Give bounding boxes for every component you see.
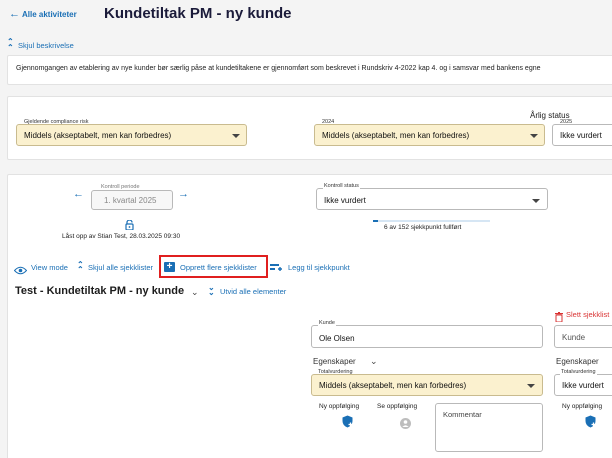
see-followup-label: Se oppfølging xyxy=(377,403,418,410)
delete-checklist-link[interactable]: Slett sjekklist xyxy=(566,310,609,319)
period-field: 1. kvartal 2025 xyxy=(91,190,173,210)
new-followup-label: Ny oppfølging xyxy=(319,403,360,410)
user-icon[interactable] xyxy=(400,416,411,429)
compliance-risk-select[interactable]: Middels (akseptabelt, men kan forbedres) xyxy=(16,124,247,146)
add-box-icon[interactable]: + xyxy=(164,262,175,272)
shield-plus-icon[interactable] xyxy=(342,415,354,428)
chevron-down-icon[interactable]: ⌄ xyxy=(191,287,199,298)
compliance-risk-label: Gjeldende compliance risk xyxy=(24,119,89,125)
shield-plus-icon[interactable] xyxy=(585,415,597,428)
total-assessment-value: Middels (akseptabelt, men kan forbedres) xyxy=(319,381,467,390)
expand-all-link[interactable]: Utvid alle elementer xyxy=(220,287,286,296)
trash-icon[interactable] xyxy=(555,309,563,323)
double-chevron-up-icon[interactable]: ⌃ ⌃ xyxy=(77,261,84,274)
kunde-label: Kunde xyxy=(318,320,336,326)
toggle-description-link[interactable]: Skjul beskrivelse xyxy=(18,41,74,50)
add-checkpoint-icon[interactable] xyxy=(270,261,282,272)
total-assessment-label: Totalvurdering xyxy=(318,369,353,375)
double-chevron-up-icon[interactable]: ⌃ ⌃ xyxy=(7,38,14,52)
kunde-value: Ole Olsen xyxy=(319,334,355,343)
unlock-icon xyxy=(125,217,134,231)
compliance-risk-value: Middels (akseptabelt, men kan forbedres) xyxy=(24,131,172,140)
year-risk-label: 2024 xyxy=(322,119,335,125)
total-assessment-select[interactable]: Middels (akseptabelt, men kan forbedres) xyxy=(311,374,543,396)
progress-text: 6 av 152 sjekkpunkt fullført xyxy=(384,224,462,231)
kunde-placeholder: Kunde xyxy=(562,333,586,342)
egenskaper-label: Egenskaper xyxy=(313,357,356,366)
period-label: Kontroll periode xyxy=(100,184,141,190)
new-followup-label-2: Ny oppfølging xyxy=(562,403,603,410)
control-status-value: Ikke vurdert xyxy=(324,196,366,205)
chevron-down-icon xyxy=(530,134,538,138)
previous-period-arrow-icon[interactable]: ← xyxy=(73,188,84,200)
kunde-field-2[interactable]: Kunde xyxy=(554,325,612,348)
description-text: Gjennomgangen av etablering av nye kunde… xyxy=(16,65,541,72)
annual-status-select[interactable]: Ikke vurdert xyxy=(552,124,612,146)
chevron-down-icon[interactable]: ⌄ xyxy=(370,356,378,367)
back-arrow-icon[interactable]: ← xyxy=(9,8,20,20)
add-checkpoint-link[interactable]: Legg til sjekkpunkt xyxy=(288,263,350,272)
view-mode-link[interactable]: View mode xyxy=(31,263,68,272)
annual-status-label: 2025 xyxy=(560,119,573,125)
double-chevron-down-icon[interactable]: ⌄ ⌄ xyxy=(208,284,215,297)
year-risk-value: Middels (akseptabelt, men kan forbedres) xyxy=(322,131,470,140)
kunde-field[interactable]: Ole Olsen xyxy=(311,325,543,348)
annual-status-value: Ikke vurdert xyxy=(560,131,602,140)
total-assessment-select-2[interactable]: Ikke vurdert xyxy=(554,374,612,396)
egenskaper-label-2: Egenskaper xyxy=(556,357,599,366)
create-multiple-checklists-link[interactable]: Opprett flere sjekklister xyxy=(180,263,257,272)
control-status-select[interactable]: Ikke vurdert xyxy=(316,188,548,210)
chevron-down-icon xyxy=(232,134,240,138)
total-assessment-label-2: Totalvurdering xyxy=(560,369,597,375)
comment-textarea[interactable]: Kommentar xyxy=(435,403,543,452)
period-value: 1. kvartal 2025 xyxy=(104,196,157,205)
progress-track xyxy=(373,220,490,222)
comment-placeholder: Kommentar xyxy=(443,410,482,419)
description-panel: Gjennomgangen av etablering av nye kunde… xyxy=(7,55,612,85)
back-link[interactable]: Alle aktiviteter xyxy=(22,10,77,19)
control-status-label: Kontroll status xyxy=(323,183,360,189)
eye-icon[interactable] xyxy=(13,262,28,275)
risk-panel: Middels (akseptabelt, men kan forbedres)… xyxy=(7,96,612,160)
hide-all-checklists-link[interactable]: Skjul alle sjekklister xyxy=(88,263,153,272)
next-period-arrow-icon[interactable]: → xyxy=(178,188,189,200)
chevron-down-icon xyxy=(532,199,540,203)
checklist-title: Test - Kundetiltak PM - ny kunde xyxy=(15,285,185,297)
year-risk-select[interactable]: Middels (akseptabelt, men kan forbedres) xyxy=(314,124,545,146)
progress-fill xyxy=(373,220,378,222)
chevron-down-icon xyxy=(527,384,535,388)
page-title: Kundetiltak PM - ny kunde xyxy=(104,5,292,22)
total-assessment-value-2: Ikke vurdert xyxy=(562,381,604,390)
locked-info-text: Låst opp av Stian Test, 28.03.2025 09:30 xyxy=(62,233,181,240)
